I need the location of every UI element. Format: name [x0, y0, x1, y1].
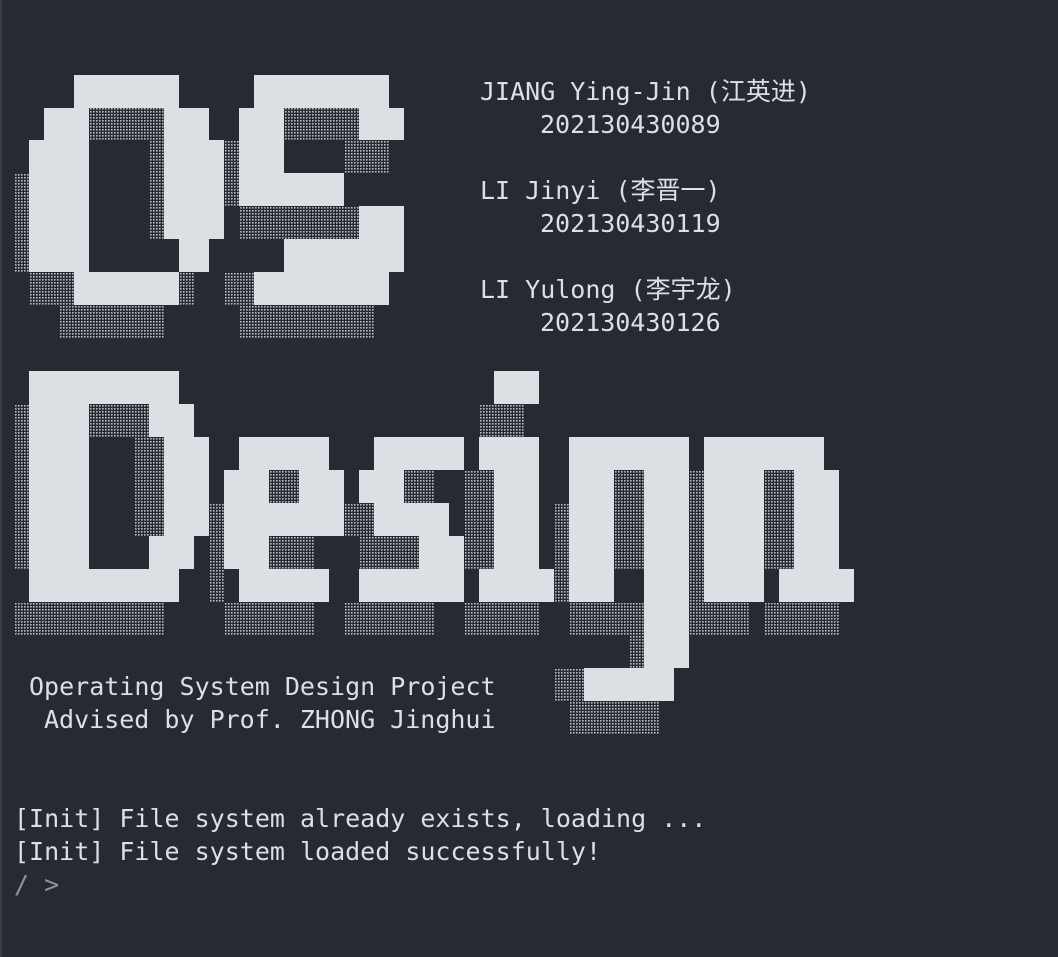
banner-shadow-block	[344, 602, 434, 635]
banner-letter-block	[164, 108, 209, 140]
credit-name-1: JIANG Ying-Jin (江英进)	[480, 77, 811, 106]
banner-letter-block	[44, 108, 89, 140]
credit-id-1: 202130430089	[540, 110, 721, 139]
banner-shadow-block	[269, 536, 314, 569]
credit-name-2: LI Jinyi (李晋一)	[480, 176, 721, 205]
banner-letter-block	[74, 272, 179, 305]
banner-letter-block	[359, 108, 404, 140]
banner-shadow-block	[14, 602, 164, 635]
banner-shadow-block	[764, 470, 794, 569]
banner-letter-block	[239, 437, 329, 470]
banner-shadow-block	[239, 206, 359, 239]
banner-shadow-block	[404, 470, 434, 503]
banner-shadow-block	[59, 305, 164, 338]
banner-letter-block	[494, 470, 539, 569]
banner-shadow-block	[224, 602, 314, 635]
banner-letter-block	[419, 536, 464, 569]
banner-letter-block	[374, 503, 449, 536]
banner-letter-block	[179, 239, 209, 272]
banner-letter-block	[254, 272, 389, 305]
banner-shadow-block	[614, 470, 644, 569]
credit-name-3: LI Yulong (李宇龙)	[480, 275, 736, 304]
banner-shadow-block	[764, 602, 839, 635]
banner-shadow-block	[14, 404, 30, 569]
banner-shadow-block	[224, 272, 254, 305]
banner-letter-block	[239, 569, 329, 602]
banner-letter-block	[704, 470, 764, 602]
banner-letter-block	[569, 437, 689, 470]
shell-prompt[interactable]: / >	[14, 868, 59, 901]
banner-letter-block	[584, 668, 674, 701]
banner-shadow-block	[269, 470, 299, 503]
banner-shadow-block	[239, 305, 374, 338]
project-title: Operating System Design Project	[29, 672, 496, 701]
banner-letter-block	[254, 173, 344, 206]
credit-id-3: 202130430126	[540, 308, 721, 337]
banner-shadow-block	[464, 602, 539, 635]
banner-shadow-block	[89, 108, 164, 140]
log-line-1: [Init] File system already exists, loadi…	[14, 804, 707, 833]
banner-letter-block	[254, 75, 389, 108]
banner-shadow-block	[569, 602, 644, 635]
banner-letter-block	[29, 371, 179, 404]
banner-letter-block	[494, 371, 539, 404]
banner-letter-block	[644, 470, 689, 668]
banner-shadow-block	[689, 602, 749, 635]
banner-shadow-block	[629, 635, 644, 668]
banner-letter-block	[239, 108, 284, 140]
banner-shadow-block	[14, 174, 30, 272]
banner-letter-block	[149, 404, 194, 437]
banner-shadow-block	[29, 272, 75, 305]
banner-letter-block	[359, 206, 404, 272]
banner-letter-block	[779, 569, 854, 602]
banner-shadow-block	[359, 536, 419, 569]
banner-letter-block	[299, 470, 344, 503]
banner-letter-block	[224, 503, 344, 536]
banner-letter-block	[374, 437, 464, 470]
banner-shadow-block	[344, 503, 374, 536]
banner-shadow-block	[179, 272, 194, 305]
banner-shadow-block	[344, 140, 389, 173]
banner-letter-block	[164, 140, 224, 239]
banner-letter-block	[29, 569, 179, 602]
banner-letter-block	[704, 437, 824, 470]
project-advisor: Advised by Prof. ZHONG Jinghui	[44, 705, 496, 734]
banner-letter-block	[359, 470, 404, 503]
banner-letter-block	[149, 536, 194, 569]
banner-letter-block	[794, 470, 839, 569]
banner-letter-block	[284, 239, 359, 272]
banner-letter-block	[569, 470, 614, 602]
banner-letter-block	[164, 437, 209, 536]
log-line-2: [Init] File system loaded successfully!	[14, 837, 601, 866]
banner-letter-block	[74, 75, 179, 108]
banner-letter-block	[479, 437, 539, 470]
banner-letter-block	[29, 404, 89, 569]
banner-letter-block	[44, 239, 74, 272]
banner-shadow-block	[89, 404, 149, 437]
banner-shadow-block	[284, 108, 359, 140]
terminal-window[interactable]: JIANG Ying-Jin (江英进) 202130430089 LI Jin…	[0, 0, 1058, 957]
banner-shadow-block	[554, 668, 584, 701]
credit-id-2: 202130430119	[540, 209, 721, 238]
banner-letter-block	[479, 569, 554, 602]
banner-letter-block	[359, 569, 464, 602]
banner-shadow-block	[569, 701, 659, 734]
banner-shadow-block	[479, 404, 524, 437]
banner-shadow-block	[209, 503, 224, 602]
banner-shadow-block	[464, 470, 494, 569]
banner-shadow-block	[134, 437, 164, 537]
